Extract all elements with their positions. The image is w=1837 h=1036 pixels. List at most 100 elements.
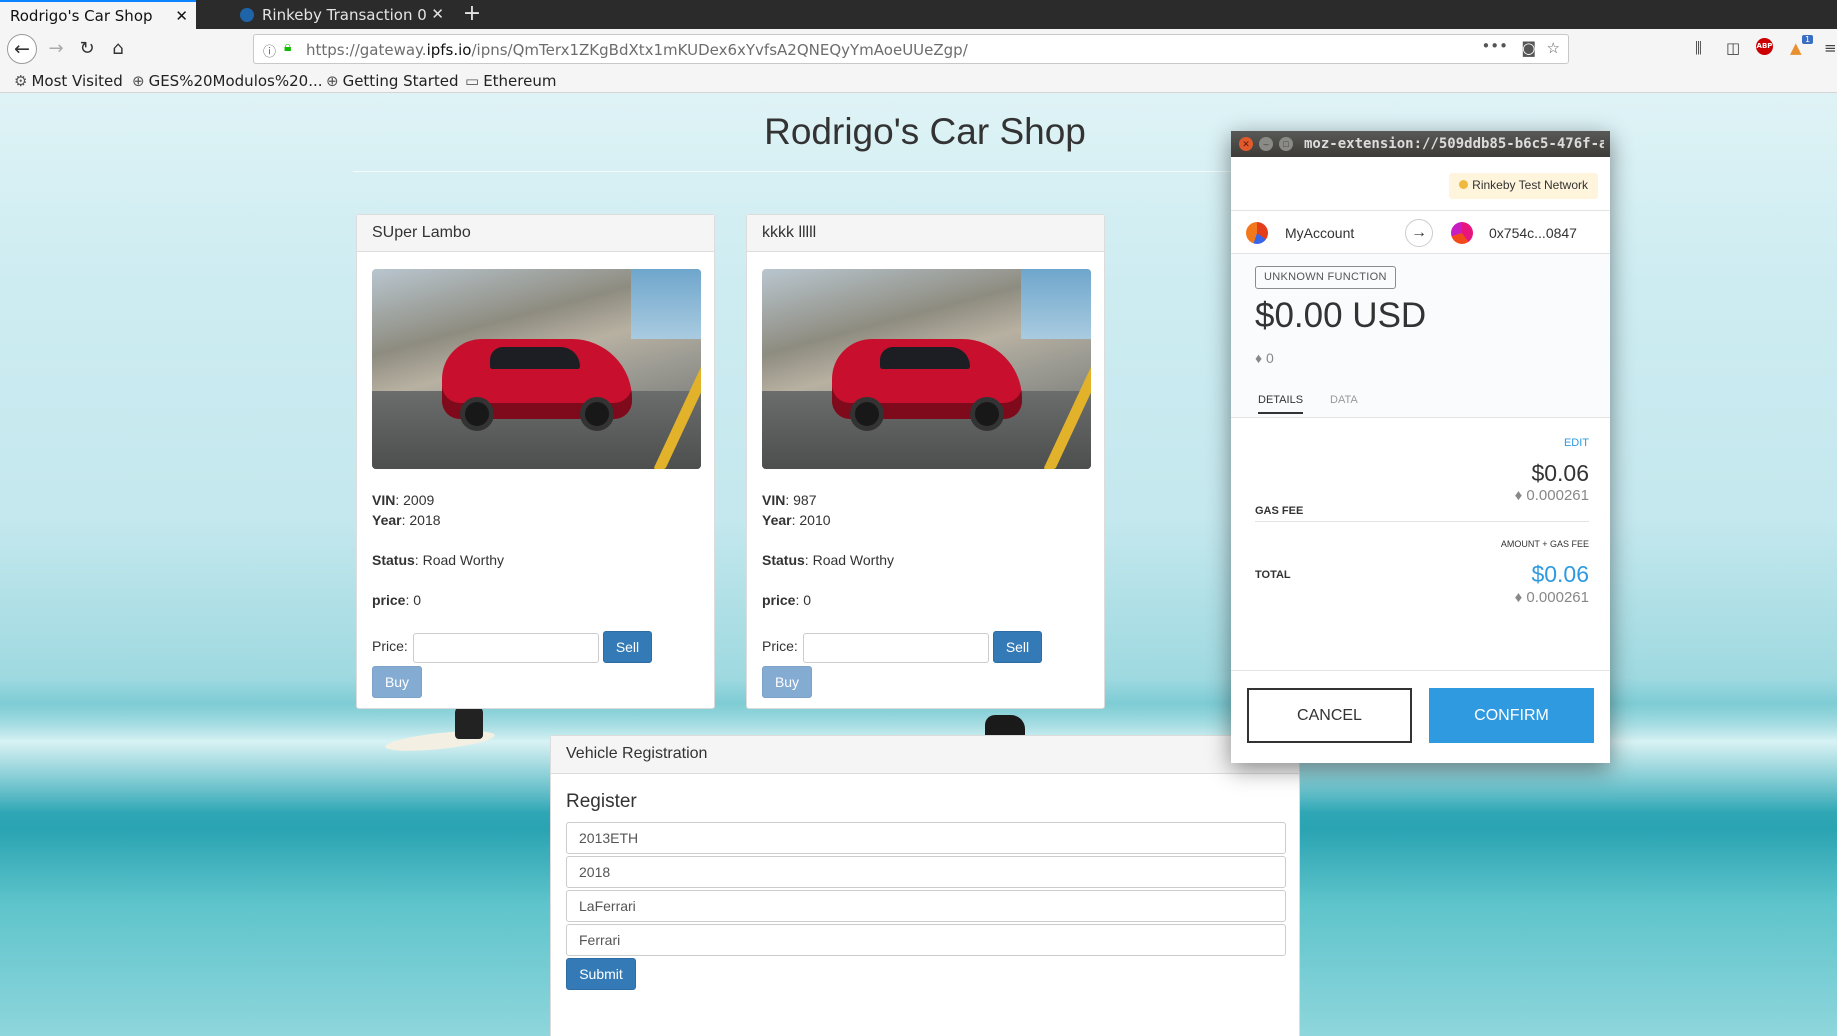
tab-car-shop[interactable]: Rodrigo's Car Shop ✕ [0, 0, 196, 29]
tab-rinkeby-transaction[interactable]: Rinkeby Transaction 0xf ✕ [230, 0, 452, 29]
price-input[interactable] [803, 633, 989, 663]
sell-button[interactable]: Sell [603, 631, 652, 663]
bookmark-ges-modulos[interactable]: ⊕ GES%20Modulos%20... [132, 72, 323, 90]
tab-data[interactable]: DATA [1330, 394, 1358, 406]
fee-divider [1255, 521, 1589, 522]
gas-fee-usd: $0.06 [1531, 460, 1589, 486]
site-info-icon[interactable]: ⓘ [263, 41, 276, 60]
etherscan-favicon-icon [240, 7, 254, 22]
minimize-window-icon[interactable]: – [1259, 137, 1273, 151]
vin-input[interactable]: 2013ETH [566, 822, 1286, 854]
price-label: price [762, 592, 796, 608]
close-window-icon[interactable]: ✕ [1239, 137, 1253, 151]
sidebar-icon[interactable]: ◫ [1726, 39, 1740, 57]
tab-details[interactable]: DETAILS [1258, 394, 1304, 414]
total-usd: $0.06 [1531, 561, 1589, 587]
tab-bar: Rodrigo's Car Shop ✕ Rinkeby Transaction… [0, 0, 1837, 29]
page-actions-icon[interactable]: ••• [1481, 37, 1508, 55]
footer-divider [1231, 670, 1610, 671]
registration-panel-title: Vehicle Registration [551, 736, 1299, 774]
year-value: 2018 [409, 512, 441, 528]
url-bar[interactable]: ⓘ 🔒︎ https://gateway.ipfs.io/ipns/QmTerx… [253, 34, 1569, 64]
maximize-window-icon[interactable]: □ [1279, 137, 1293, 151]
car-vin: VIN: 987 [762, 492, 817, 508]
adblock-plus-icon[interactable]: ABP [1756, 38, 1773, 55]
bookmark-label: Getting Started [342, 72, 459, 90]
car-status: Status: Road Worthy [372, 552, 505, 568]
submit-button[interactable]: Submit [566, 958, 636, 990]
vin-value: 2009 [403, 492, 435, 508]
amount-eth: ♦ 0 [1255, 350, 1274, 366]
car-image [372, 269, 701, 469]
eth-diamond-icon: ♦ [1514, 589, 1527, 606]
forward-button[interactable]: → [42, 35, 70, 63]
tab-title: Rinkeby Transaction 0xf [262, 5, 427, 24]
transaction-accounts: MyAccount → 0x754c...0847 [1231, 210, 1610, 254]
metamask-popup-window: ✕ – □ moz-extension://509ddb85-b6c5-476f… [1231, 131, 1610, 763]
bookmarks-toolbar: ⚙ Most Visited ⊕ GES%20Modulos%20... ⊕ Gett… [0, 69, 1837, 93]
sell-button[interactable]: Sell [993, 631, 1042, 663]
gas-fee-label: GAS FEE [1255, 505, 1304, 517]
bookmark-most-visited[interactable]: ⚙ Most Visited [14, 72, 123, 90]
bookmark-star-icon[interactable]: ☆ [1547, 39, 1560, 57]
car-status: Status: Road Worthy [762, 552, 895, 568]
amount-eth-value: 0 [1266, 350, 1274, 366]
url-text[interactable]: https://gateway.ipfs.io/ipns/QmTerx1ZKgB… [306, 41, 968, 59]
globe-icon: ⊕ [132, 72, 145, 90]
car-card: kkkk lllll VIN: 987 Year: 2010 Status: R… [746, 214, 1105, 709]
price-input-label: Price: [372, 638, 408, 654]
make-input[interactable]: Ferrari [566, 924, 1286, 956]
tab-title: Rodrigo's Car Shop [10, 6, 153, 25]
edit-gas-link[interactable]: EDIT [1564, 437, 1589, 449]
close-tab-icon[interactable]: ✕ [431, 5, 444, 23]
notification-badge: 1 [1802, 35, 1814, 44]
home-button[interactable]: ⌂ [104, 35, 132, 63]
car-year: Year: 2010 [762, 512, 831, 528]
price-value: 0 [413, 592, 422, 608]
eth-diamond-icon: ♦ [1255, 350, 1267, 366]
gas-fee-eth: ♦ 0.000261 [1515, 487, 1589, 504]
vin-label: VIN [762, 492, 786, 508]
total-eth: ♦ 0.000261 [1515, 589, 1589, 606]
year-label: Year [762, 512, 792, 528]
vin-label: VIN [372, 492, 396, 508]
year-input[interactable]: 2018 [566, 856, 1286, 888]
arrow-right-icon: → [1405, 219, 1433, 247]
gear-icon: ⚙ [14, 72, 28, 90]
year-value: 2010 [799, 512, 831, 528]
price-input[interactable] [413, 633, 599, 663]
eth-diamond-icon: ♦ [1514, 487, 1527, 504]
url-prefix: https://gateway. [306, 41, 427, 59]
network-indicator[interactable]: Rinkeby Test Network [1449, 173, 1598, 199]
close-tab-icon[interactable]: ✕ [175, 7, 188, 25]
amount-usd: $0.00 USD [1255, 296, 1427, 335]
bookmark-getting-started[interactable]: ⊕ Getting Started [326, 72, 459, 90]
metamask-fox-icon[interactable]: ▲ [1790, 39, 1802, 57]
status-value: Road Worthy [422, 552, 505, 568]
back-button[interactable]: ← [7, 34, 37, 64]
network-status-dot-icon [1459, 180, 1469, 189]
network-name: Rinkeby Test Network [1472, 178, 1588, 192]
confirm-button[interactable]: CONFIRM [1429, 688, 1594, 743]
library-icon[interactable]: ⫼ [1695, 39, 1702, 57]
bookmark-label: Most Visited [31, 72, 123, 90]
vehicle-registration-panel: Vehicle Registration Register 2013ETH 20… [550, 735, 1300, 1036]
pocket-icon[interactable]: ◙ [1521, 39, 1536, 57]
amount-plus-gas-label: AMOUNT + GAS FEE [1500, 539, 1589, 549]
register-heading: Register [566, 791, 637, 812]
status-label: Status [762, 552, 805, 568]
buy-button[interactable]: Buy [762, 666, 812, 698]
menu-icon[interactable]: ≡ [1824, 39, 1837, 57]
year-label: Year [372, 512, 402, 528]
new-tab-button[interactable]: + [458, 0, 486, 29]
status-label: Status [372, 552, 415, 568]
buy-button[interactable]: Buy [372, 666, 422, 698]
price-input-label: Price: [762, 638, 798, 654]
bookmark-ethereum-folder[interactable]: ▭ Ethereum [465, 72, 556, 90]
price-label: price [372, 592, 406, 608]
model-input[interactable]: LaFerrari [566, 890, 1286, 922]
globe-icon: ⊕ [326, 72, 339, 90]
gas-fee-eth-value: 0.000261 [1526, 487, 1589, 504]
cancel-button[interactable]: CANCEL [1247, 688, 1412, 743]
reload-button[interactable]: ↻ [73, 35, 101, 63]
